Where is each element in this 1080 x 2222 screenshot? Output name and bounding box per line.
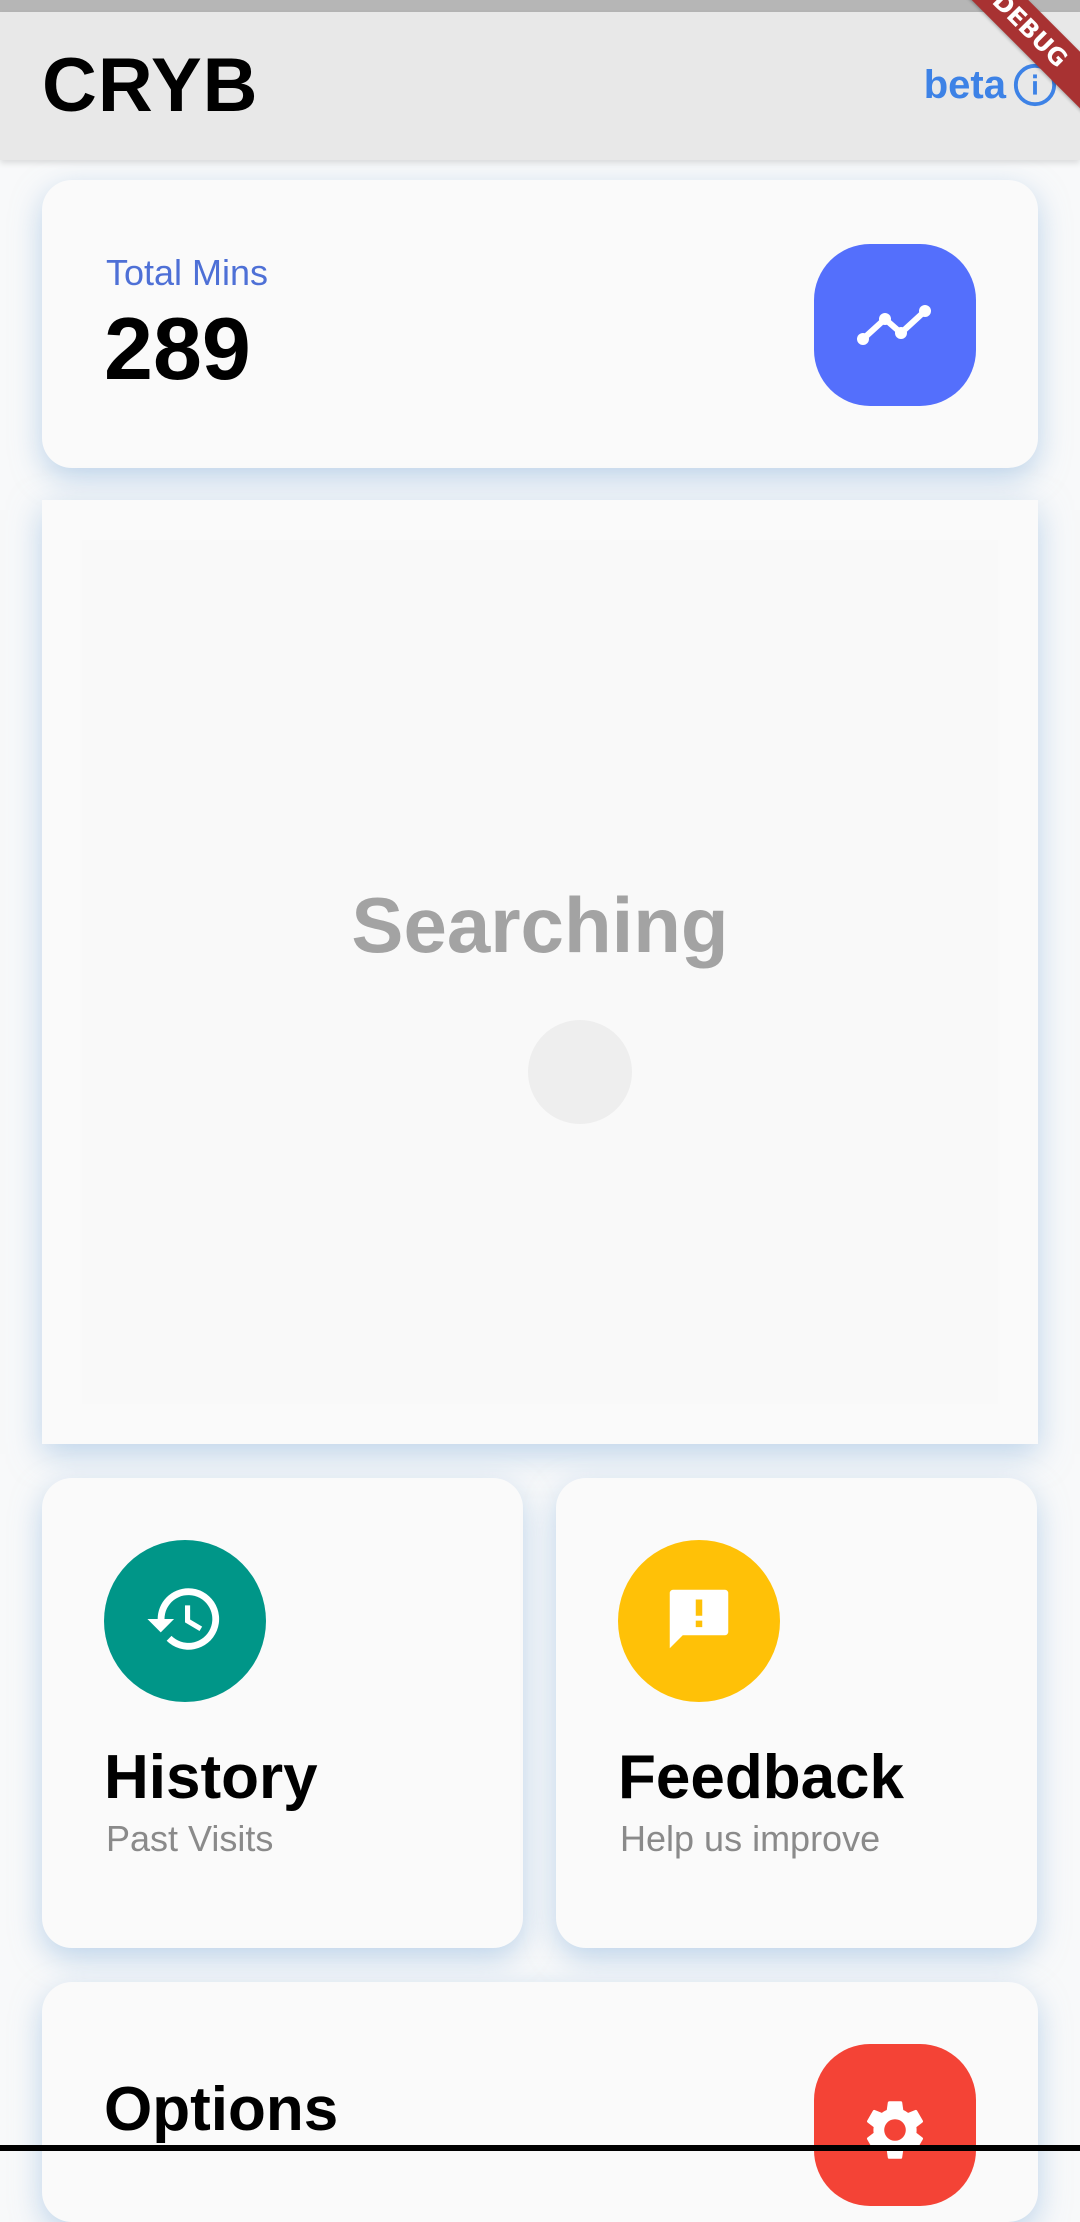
search-panel: Searching <box>42 500 1038 1444</box>
options-card[interactable]: Options <box>42 1982 1038 2222</box>
beta-label: beta <box>923 62 1006 107</box>
search-area: Searching <box>82 540 998 1404</box>
total-mins-label: Total Mins <box>106 252 269 293</box>
history-tile[interactable]: History Past Visits <box>42 1478 523 1948</box>
feedback-title: Feedback <box>618 1743 905 1812</box>
loading-indicator <box>528 1020 632 1124</box>
status-bar-strip <box>0 0 1080 12</box>
beta-info-button[interactable]: beta <box>924 62 1058 108</box>
history-subtitle: Past Visits <box>106 1818 274 1859</box>
feedback-icon-circle <box>618 1540 780 1702</box>
options-title: Options <box>104 2075 339 2144</box>
total-mins-card: Total Mins 289 <box>42 180 1038 468</box>
feedback-icon <box>660 1580 738 1663</box>
search-status-text: Searching <box>351 881 729 969</box>
history-title: History <box>104 1743 318 1812</box>
gear-icon <box>859 2094 931 2171</box>
navigation-bar-edge <box>0 2145 1080 2151</box>
total-mins-value: 289 <box>104 299 251 398</box>
feedback-subtitle: Help us improve <box>620 1818 881 1859</box>
history-icon-circle <box>104 1540 266 1702</box>
app-title: CRYB <box>42 43 259 128</box>
trending-up-icon <box>855 293 935 358</box>
app-bar: CRYB beta <box>0 12 1080 160</box>
history-icon <box>144 1578 226 1665</box>
feedback-tile[interactable]: Feedback Help us improve <box>556 1478 1037 1948</box>
options-button[interactable] <box>814 2044 976 2206</box>
stats-button[interactable] <box>814 244 976 406</box>
